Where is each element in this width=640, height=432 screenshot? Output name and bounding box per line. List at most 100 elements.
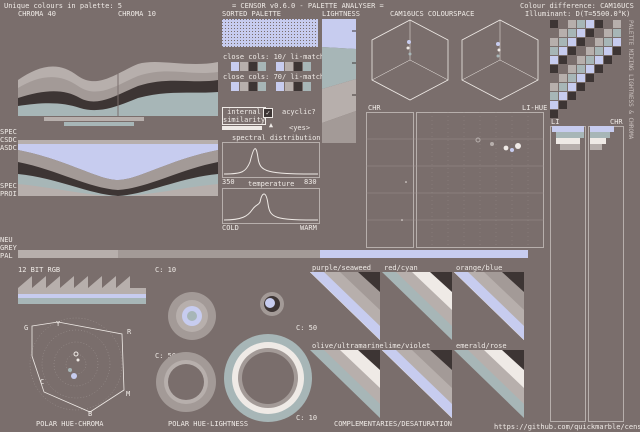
palette-cell	[276, 62, 284, 71]
close-cols-2-label: close cols: 70/ li-match	[223, 73, 325, 81]
mix-cell	[568, 29, 576, 37]
internal-similarity-button[interactable]: internal similarity	[222, 107, 266, 125]
colour-difference-label: Colour difference: CAM16UCS	[520, 2, 634, 10]
palette-cell	[258, 82, 266, 91]
mix-cell	[559, 83, 567, 91]
chroma-40-label: CHROMA 40	[18, 10, 56, 18]
mix-cell	[577, 65, 585, 73]
mix-cell	[577, 56, 585, 64]
palette-cell	[240, 62, 248, 71]
similarity-bar	[222, 126, 262, 130]
mix-cell	[559, 56, 567, 64]
temperature-title: temperature	[248, 180, 295, 188]
hue-letter-y: Y	[56, 320, 61, 328]
mix-cell	[568, 20, 576, 28]
mix-cell	[577, 38, 585, 46]
internal-similarity-label: internal similarity	[223, 108, 266, 124]
hue-letter-g: G	[24, 324, 29, 332]
spectral-curve	[223, 148, 319, 175]
mix-cell	[568, 56, 576, 64]
palette-cell	[267, 62, 275, 71]
mix-cell	[559, 38, 567, 46]
mix-cell	[586, 74, 594, 82]
mix-cell	[595, 20, 603, 28]
polar-hue-lightness-label: POLAR HUE-LIGHTNESS	[168, 420, 249, 428]
chroma-strip-1	[44, 117, 144, 121]
mix-cell	[586, 47, 594, 55]
sorted-palette-dots	[222, 19, 318, 47]
censor-window: Unique colours in palette: 5 = CENSOR v0…	[0, 0, 640, 432]
polar-hue-lightness	[156, 292, 312, 422]
complementaries-triangles	[309, 271, 525, 419]
internal-similarity-check[interactable]: ✓	[263, 108, 273, 118]
palette-strip-seg2	[320, 250, 528, 258]
palette-cell	[294, 62, 302, 71]
side-label-pal: PAL	[0, 252, 13, 260]
mix-cell	[568, 47, 576, 55]
palette-cell	[222, 82, 230, 91]
mix-cell	[559, 110, 567, 118]
li-hue-grid	[366, 112, 544, 248]
temperature-cold: COLD	[222, 224, 239, 232]
lightness-label: LIGHTNESS	[322, 10, 360, 18]
palette-cell	[285, 82, 293, 91]
spectral-max: 830	[304, 178, 317, 186]
palette-cell	[249, 62, 257, 71]
mix-cell	[595, 47, 603, 55]
github-link[interactable]: https://github.com/quickmarble/censor	[494, 423, 640, 431]
lightness-column	[322, 19, 356, 143]
colourspace-label: CAM16UCS COLOURSPACE	[390, 10, 475, 18]
palette-cell	[267, 82, 275, 91]
mix-cell	[577, 20, 585, 28]
polar-hue-chroma-label: POLAR HUE-CHROMA	[36, 420, 104, 428]
app-title: = CENSOR v0.6.0 - PALETTE ANALYSER =	[232, 2, 384, 10]
mix-cell	[559, 101, 567, 109]
mix-cell	[604, 29, 612, 37]
mix-cell	[568, 38, 576, 46]
hue-letter-r: R	[127, 328, 132, 336]
mix-cell	[577, 47, 585, 55]
mix-cell	[604, 56, 612, 64]
mix-cell	[550, 56, 558, 64]
li-label: LI	[551, 118, 560, 126]
mix-cell	[595, 56, 603, 64]
mix-cell	[550, 74, 558, 82]
temperature-curve	[223, 193, 319, 221]
mix-cell	[613, 20, 621, 28]
hue-letter-m: M	[126, 390, 131, 398]
mix-cell	[550, 92, 558, 100]
mix-cell	[604, 38, 612, 46]
side-label-neu: NEU	[0, 236, 13, 244]
mix-cell	[568, 92, 576, 100]
mix-cell	[595, 38, 603, 46]
palette-cell	[285, 62, 293, 71]
palette-cell	[258, 62, 266, 71]
palette-cell	[222, 62, 230, 71]
polar-hue-chroma	[29, 317, 125, 413]
mix-cell	[550, 29, 558, 37]
palette-cell	[240, 82, 248, 91]
colourspace-cubes	[371, 19, 539, 101]
illuminant-label: Illuminant: D(T=5500.0°K)	[525, 10, 631, 18]
close-cols-1-label: close cols: 10/ li-match	[223, 53, 325, 61]
palette-cell	[231, 62, 239, 71]
palette-strip-seg1	[18, 250, 118, 258]
side-label-spec: SPEC	[0, 128, 17, 136]
li-column	[550, 126, 586, 422]
li-hue-label: LI-HUE	[522, 104, 548, 112]
mix-cell	[577, 83, 585, 91]
mix-cell	[577, 29, 585, 37]
mix-cell	[568, 101, 576, 109]
palette-cell	[276, 82, 284, 91]
mix-cell	[586, 83, 594, 91]
right-vertical-label: PALETTE MIXING LIGHTNESS & CHROMA	[627, 20, 634, 140]
mixing-grid	[550, 20, 622, 118]
side-label-proi: PROI	[0, 190, 17, 198]
mix-cell	[550, 110, 558, 118]
acyclic-value: <yes>	[289, 124, 311, 132]
complementaries-label: COMPLEMENTARIES/DESATURATION	[334, 420, 453, 428]
mix-cell	[613, 56, 621, 64]
temperature-warm: WARM	[300, 224, 317, 232]
palette-cell	[303, 62, 311, 71]
chr-label: CHR	[368, 104, 381, 112]
